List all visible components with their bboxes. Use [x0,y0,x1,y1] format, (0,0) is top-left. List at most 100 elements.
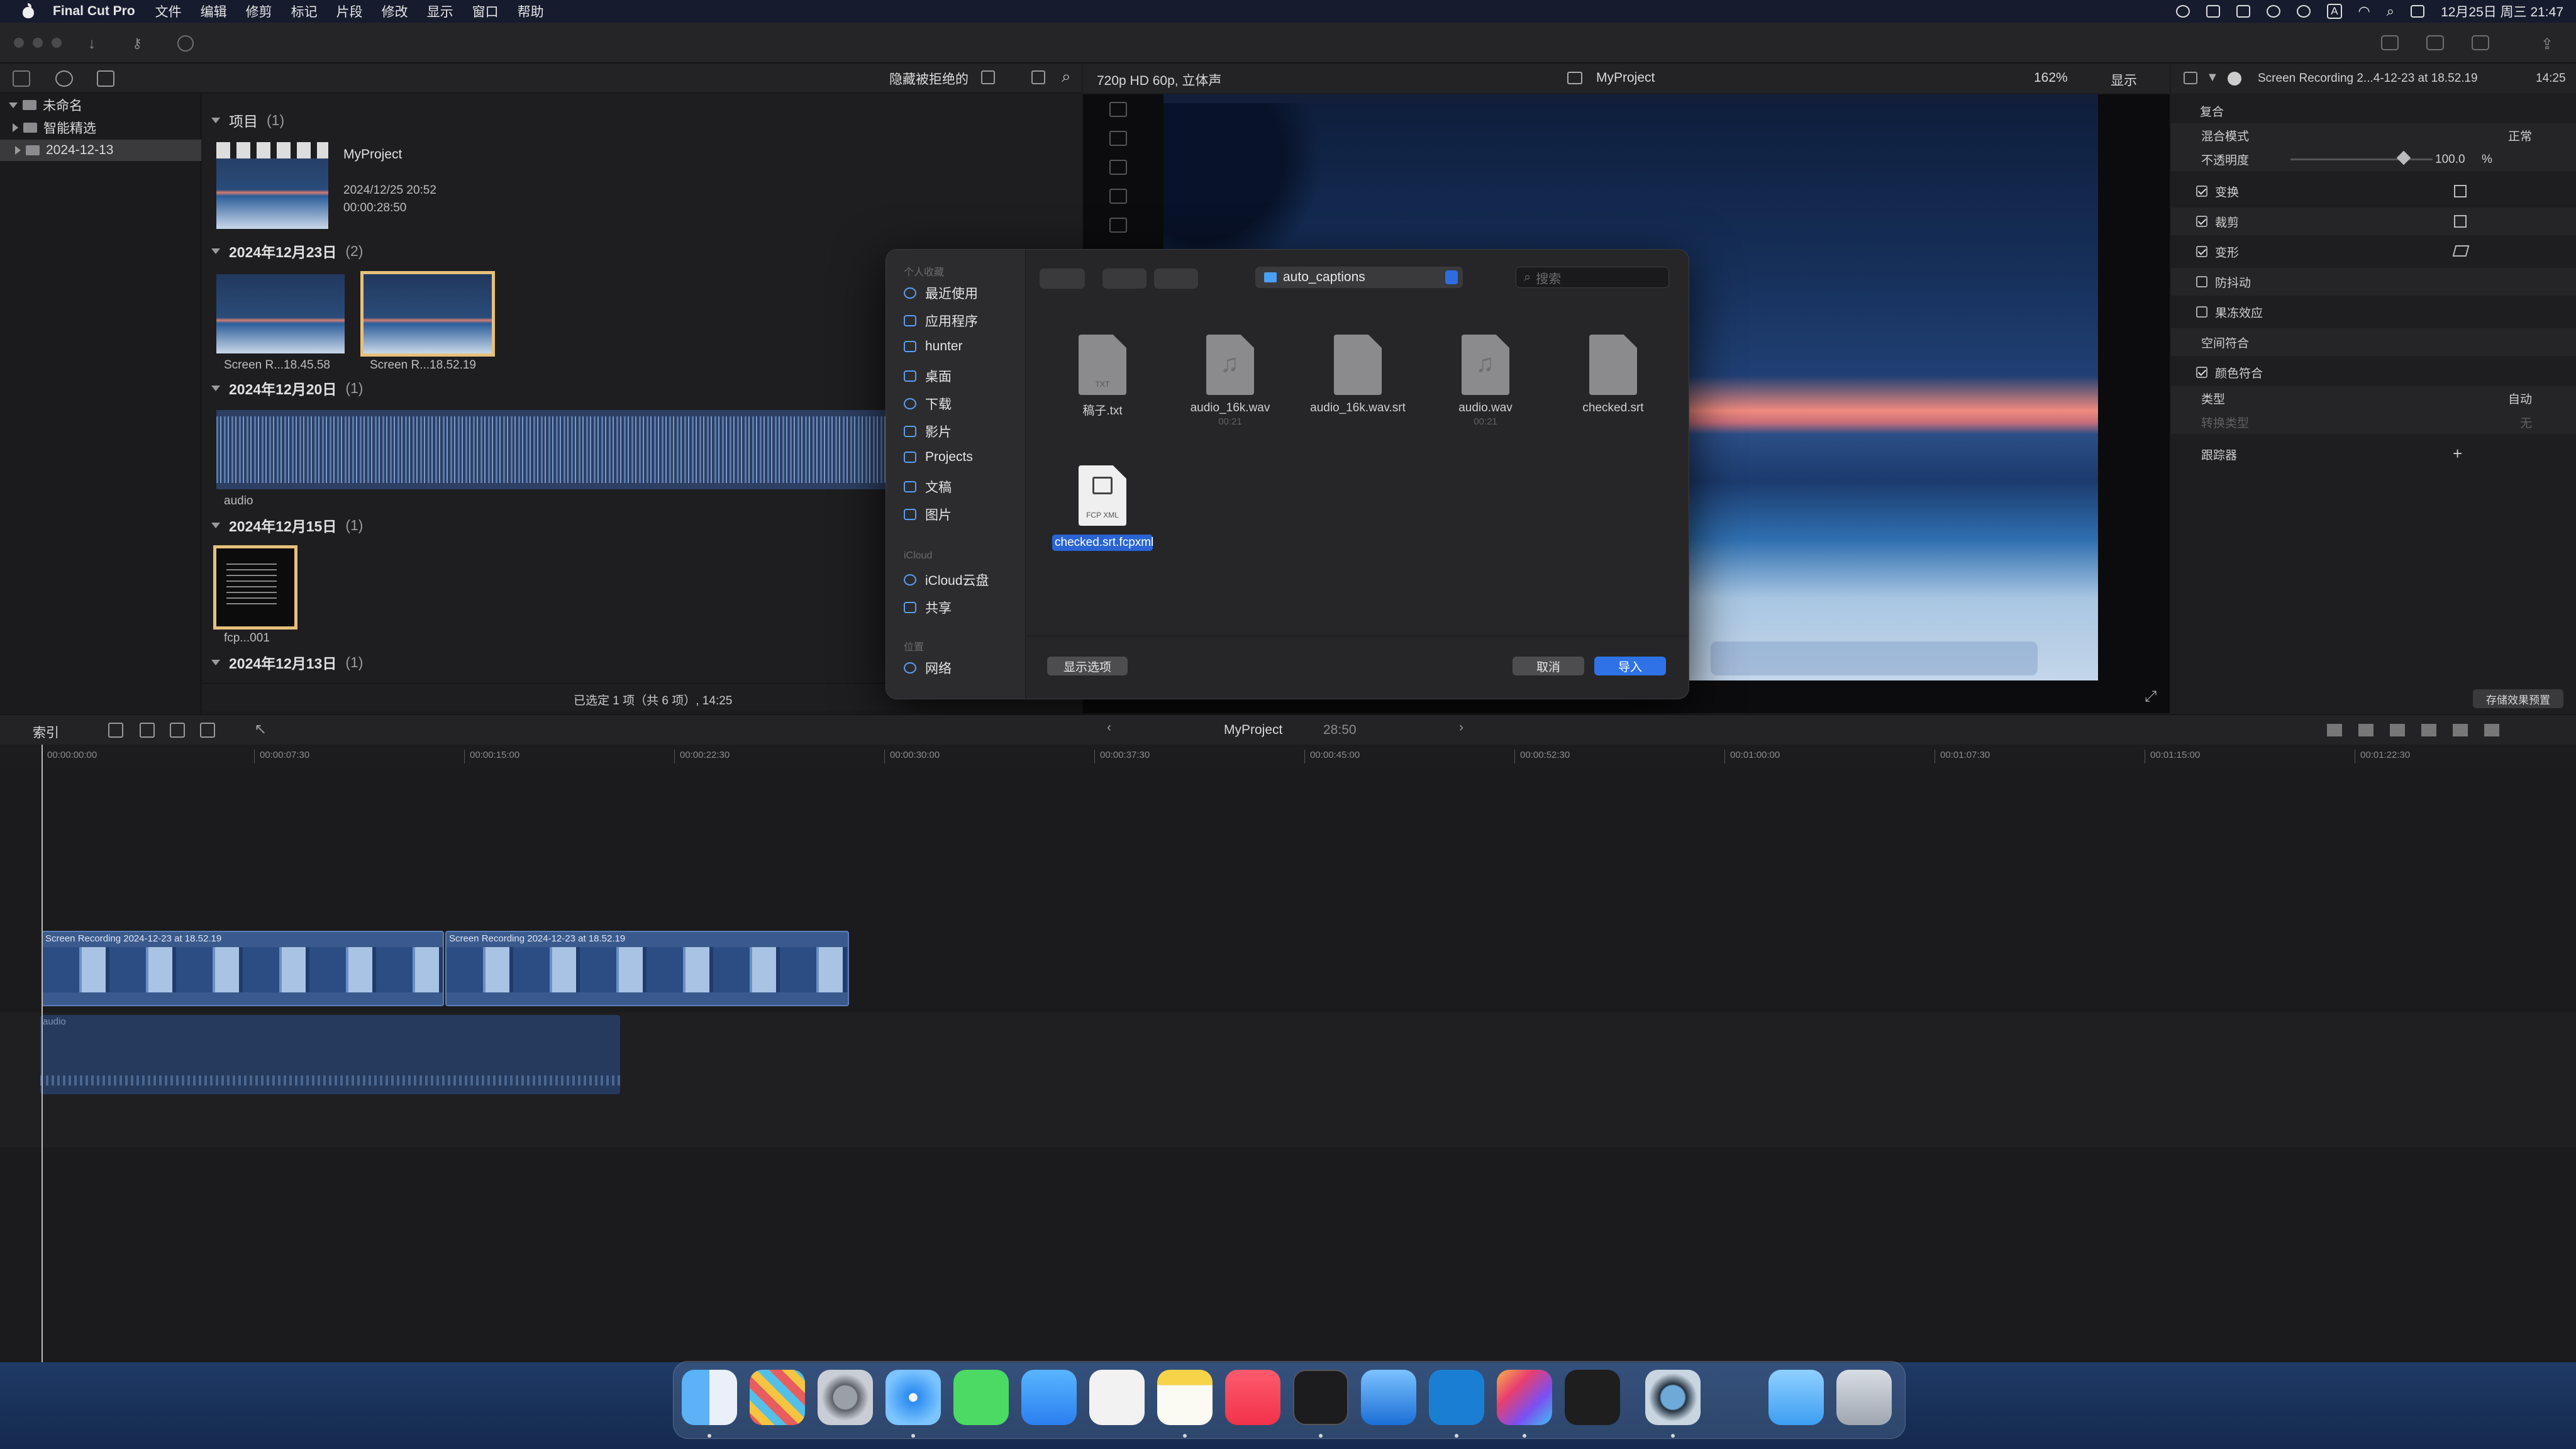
control-center-icon[interactable] [2411,5,2425,18]
figma-icon[interactable] [1565,1370,1620,1425]
transform-row[interactable]: 变换 [2171,177,2576,205]
sidebar-item-home[interactable]: hunter [904,339,963,354]
clip-appearance-icon[interactable] [981,70,995,84]
distort-row[interactable]: 变形 [2171,238,2576,265]
opacity-value[interactable]: 100.0 [2435,153,2465,167]
inspector-toggle-icon[interactable] [2472,35,2489,50]
dialog-search-input[interactable]: ⌕ 搜索 [1516,267,1669,288]
info-icon[interactable] [2228,72,2241,86]
audio-clip-thumbnail[interactable] [216,410,898,489]
display-dropdown[interactable]: 显示 [2111,70,2137,89]
transform-checkbox[interactable] [2196,186,2207,197]
timeline-audio-clip[interactable]: audio [40,1015,620,1094]
event-item[interactable]: 2024-12-13 [0,140,201,161]
wifi-icon[interactable]: ◠ [2358,3,2370,19]
menu-file[interactable]: 文件 [155,2,182,21]
fcp-clip-thumbnail[interactable] [213,545,297,630]
timeline-video-clip[interactable]: Screen Recording 2024-12-23 at 18.52.19 [42,931,444,1006]
sidebar-item-icloud-drive[interactable]: iCloud云盘 [904,570,989,589]
menu-window[interactable]: 窗口 [472,2,499,21]
file-item[interactable]: audio_16k.wav.srt [1301,335,1414,415]
file-item[interactable]: TXT 稿子.txt [1046,335,1159,418]
launchpad-icon[interactable] [750,1370,805,1425]
reminders-icon[interactable] [1089,1370,1145,1425]
file-item-selected[interactable]: FCP XML checked.srt.fcpxml [1046,465,1159,551]
file-item[interactable]: checked.srt [1557,335,1670,415]
stabilize-row[interactable]: 防抖动 [2171,268,2576,296]
opacity-slider[interactable] [2290,158,2433,160]
conform-type-value[interactable]: 自动 [2508,390,2532,407]
insert-icon[interactable] [140,723,155,738]
play-icon[interactable] [2267,5,2281,18]
menu-trim[interactable]: 修剪 [246,2,272,21]
clip-thumbnail-selected[interactable] [360,271,495,357]
titles-icon[interactable] [97,70,114,87]
event-group-header[interactable]: 2024年12月23日 (2) [211,240,363,262]
file-item[interactable]: ♫ audio_16k.wav 00:21 [1174,335,1287,427]
clip-thumbnail[interactable] [216,274,345,353]
back-forward-buttons[interactable] [1040,269,1085,289]
projects-header[interactable]: 项目 (1) [211,109,284,131]
keyword-icon[interactable] [2381,35,2399,50]
icon-view-button[interactable] [1102,269,1146,289]
blend-mode-row[interactable]: 混合模式 正常 [2171,123,2576,147]
path-dropdown[interactable]: auto_captions [1255,267,1463,288]
sidebar-item-downloads[interactable]: 下载 [904,394,952,413]
crop-checkbox[interactable] [2196,216,2207,227]
library-root[interactable]: 未命名 [9,94,82,116]
music-icon[interactable] [1225,1370,1280,1425]
forward-icon[interactable]: › [1459,720,1463,735]
menu-modify[interactable]: 修改 [382,2,408,21]
timeline-project-name[interactable]: MyProject [1224,723,1282,738]
share-icon[interactable] [2236,5,2251,18]
sidebar-item-projects[interactable]: Projects [904,450,973,465]
sidebar-item-movies[interactable]: 影片 [904,422,952,441]
sidebar-item-applications[interactable]: 应用程序 [904,311,978,330]
folder-icon[interactable] [1768,1370,1824,1425]
app-menu[interactable]: Final Cut Pro [53,4,135,19]
sidebar-item-pictures[interactable]: 图片 [904,505,952,524]
fullscreen-icon[interactable]: ⤢ [2145,688,2157,706]
index-button[interactable]: 索引 [33,723,59,741]
background-tasks-icon[interactable] [177,35,194,52]
menu-clip[interactable]: 片段 [336,2,363,21]
vscode-icon[interactable] [1429,1370,1484,1425]
timeline-video-clip[interactable]: Screen Recording 2024-12-23 at 18.52.19 [445,931,849,1006]
search-icon[interactable]: ⌕ [2387,3,2394,19]
menu-edit[interactable]: 编辑 [201,2,227,21]
clock[interactable]: 12月25日 周三 21:47 [2441,2,2563,21]
crop-icon[interactable] [2454,215,2467,228]
sidebar-item-recents[interactable]: 最近使用 [904,284,978,303]
event-group-header[interactable]: 2024年12月20日 (1) [211,377,363,399]
distort-icon[interactable] [2452,245,2470,257]
final-cut-pro-icon[interactable] [1497,1370,1552,1425]
close-window-button[interactable] [14,38,24,48]
apple-menu-icon[interactable] [21,3,35,19]
group-button[interactable] [1154,269,1198,289]
search-icon[interactable]: ⌕ [1062,67,1071,87]
timeline-ruler[interactable]: 00:00:00:00 00:00:07:30 00:00:15:00 00:0… [0,745,2576,767]
playhead[interactable] [42,745,43,1362]
menu-view[interactable]: 显示 [427,2,453,21]
rolling-shutter-row[interactable]: 果冻效应 [2171,298,2576,326]
menu-mark[interactable]: 标记 [291,2,318,21]
filter-dropdown[interactable]: 隐藏被拒绝的 [889,69,969,88]
filter-icon[interactable]: ▼ [2206,70,2219,85]
viewer-format[interactable]: 720p HD 60p, 立体声 [1097,70,1221,89]
opacity-slider-knob[interactable] [2396,150,2411,165]
smart-collections[interactable]: 智能精选 [13,117,96,138]
event-group-header[interactable]: 2024年12月13日 (1) [211,652,363,673]
zoom-window-button[interactable] [52,38,62,48]
select-tool-icon[interactable]: ↖ [254,720,267,738]
menu-help[interactable]: 帮助 [518,2,544,21]
sidebar-item-documents[interactable]: 文稿 [904,477,952,496]
add-tracker-icon[interactable]: + [2453,444,2462,464]
video-inspector-icon[interactable] [2184,72,2197,84]
opacity-row[interactable]: 不透明度 100.0 % [2171,147,2576,171]
color-conform-checkbox[interactable] [2196,367,2207,378]
file-item[interactable]: ♫ audio.wav 00:21 [1429,335,1542,427]
mail-icon[interactable] [1021,1370,1077,1425]
show-options-button[interactable]: 显示选项 [1047,657,1128,675]
browser-toggle-icon[interactable] [2426,35,2444,50]
share-icon[interactable]: ⇪ [2541,35,2558,53]
